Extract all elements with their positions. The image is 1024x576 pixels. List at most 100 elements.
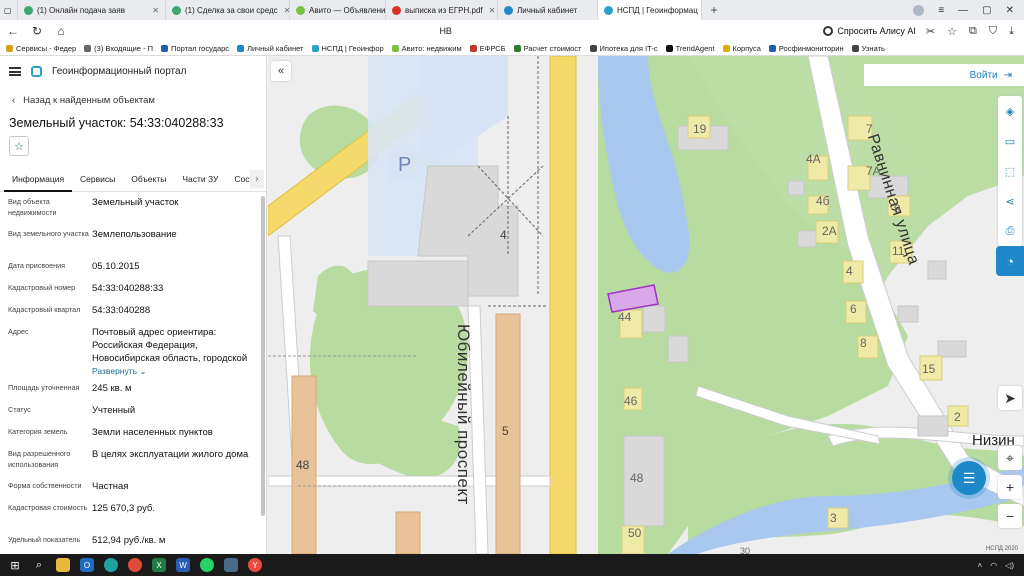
tab-info[interactable]: Информация bbox=[4, 166, 73, 192]
print-icon: ⎙ bbox=[1005, 224, 1015, 237]
bookmark-favicon-icon bbox=[84, 45, 92, 52]
layers-button[interactable]: ◈ bbox=[998, 96, 1022, 126]
extensions-icon[interactable]: ⧉ bbox=[969, 25, 977, 38]
print-button[interactable]: ⎙ bbox=[998, 216, 1022, 246]
share-button[interactable]: ⋖ bbox=[998, 186, 1022, 216]
maximize-icon[interactable]: ▢ bbox=[982, 5, 991, 16]
scissors-icon[interactable]: ✂ bbox=[926, 25, 935, 38]
download-icon[interactable]: ⤓ bbox=[1009, 25, 1014, 38]
search-icon[interactable]: ⌕ bbox=[32, 558, 46, 572]
new-tab-button[interactable]: + bbox=[706, 2, 722, 18]
close-icon[interactable]: ✕ bbox=[146, 6, 159, 15]
locate-button[interactable]: ➤ bbox=[998, 386, 1022, 410]
volume-icon[interactable]: ◁) bbox=[1005, 561, 1014, 570]
ask-alice-button[interactable]: Спросить Алису AI bbox=[823, 26, 916, 36]
app-header: Геоинформационный портал bbox=[0, 56, 266, 86]
bookmark-item[interactable]: Корпуса bbox=[722, 44, 761, 53]
file-explorer-icon[interactable] bbox=[56, 558, 70, 572]
zoom-in-button[interactable]: + bbox=[998, 475, 1022, 499]
minimize-icon[interactable]: — bbox=[958, 5, 968, 16]
outlook-icon[interactable]: O bbox=[80, 558, 94, 572]
bookmark-item[interactable]: Росфинмониторин bbox=[768, 44, 844, 53]
windows-start-icon[interactable]: ⊞ bbox=[8, 558, 22, 572]
bookmark-item[interactable]: НСПД | Геоинфор bbox=[311, 44, 384, 53]
bookmark-item[interactable]: ЕФРСБ bbox=[469, 44, 506, 53]
home-icon[interactable]: ⌂ bbox=[54, 24, 68, 38]
app-title: Геоинформационный портал bbox=[52, 65, 187, 77]
bookmark-item[interactable]: Портал государс bbox=[161, 44, 229, 53]
house-number: 15 bbox=[922, 362, 936, 376]
browser-tab-6[interactable]: НСПД | Геоинформац✕ bbox=[598, 0, 702, 20]
map-view[interactable]: Юбилейный проспект Равнинная улица Низин… bbox=[268, 56, 1024, 554]
attribute-value: 245 кв. м bbox=[92, 383, 132, 394]
select-area-button[interactable]: ⬚ bbox=[998, 156, 1022, 186]
bookmark-favicon-icon bbox=[469, 45, 477, 52]
shield-icon[interactable]: ⛉ bbox=[989, 25, 997, 38]
reload-icon[interactable]: ↻ bbox=[30, 24, 44, 38]
house-number: 2 bbox=[954, 410, 961, 424]
browser-tab-4[interactable]: выписка из ЕГРН.pdf ✕ bbox=[386, 0, 498, 20]
attribute-row: Адрес Почтовый адрес ориентира: Российска… bbox=[8, 322, 266, 378]
close-icon[interactable]: ✕ bbox=[483, 6, 496, 15]
chat-button[interactable]: ☰ bbox=[952, 461, 986, 495]
map-pin-button[interactable]: ⌖ bbox=[998, 446, 1022, 470]
close-window-icon[interactable]: ✕ bbox=[1006, 5, 1014, 16]
hamburger-menu-icon[interactable] bbox=[9, 66, 21, 76]
close-icon[interactable]: ✕ bbox=[278, 6, 289, 15]
plus-icon: + bbox=[1005, 479, 1015, 495]
chrome-icon[interactable] bbox=[128, 558, 142, 572]
wifi-icon[interactable]: ◠ bbox=[990, 561, 997, 570]
profile-icon[interactable] bbox=[913, 4, 925, 16]
bookmark-item[interactable]: TrendAgent bbox=[665, 44, 715, 53]
attribute-value: 125 670,3 руб. bbox=[92, 503, 156, 514]
bookmark-icon[interactable]: ☆ bbox=[947, 25, 957, 38]
ruler-button[interactable]: ▭ bbox=[998, 126, 1022, 156]
bookmark-item[interactable]: Сервисы - Федер bbox=[6, 44, 76, 53]
attribute-value: Учтенный bbox=[92, 405, 136, 416]
yandex-browser-icon[interactable]: Y bbox=[248, 558, 262, 572]
browser-tab-5[interactable]: Личный кабинет bbox=[498, 0, 598, 20]
house-number: 4 bbox=[846, 264, 853, 278]
menu-icon[interactable]: ≡ bbox=[938, 5, 944, 16]
browser-tab-2[interactable]: (1) Сделка за свои средс ✕ bbox=[166, 0, 290, 20]
bookmark-favicon-icon bbox=[768, 45, 776, 52]
favorite-button[interactable]: ☆ bbox=[9, 136, 29, 156]
bookmark-item[interactable]: (3) Входящие - П bbox=[84, 44, 153, 53]
edge-icon[interactable] bbox=[104, 558, 118, 572]
back-arrow-icon[interactable]: ← bbox=[6, 24, 20, 38]
browser-tab-1[interactable]: (1) Онлайн подача заяв ✕ bbox=[18, 0, 166, 20]
assistant-side-tab[interactable]: ◔ bbox=[996, 246, 1024, 276]
zoom-out-button[interactable]: − bbox=[998, 504, 1022, 528]
bookmark-item[interactable]: Личный кабинет bbox=[237, 44, 304, 53]
url-input[interactable]: НВ bbox=[78, 23, 813, 39]
excel-icon[interactable]: X bbox=[152, 558, 166, 572]
close-icon[interactable]: ✕ bbox=[698, 6, 701, 15]
bookmark-item[interactable]: Расчет стоимост bbox=[513, 44, 582, 53]
tabs-next-button[interactable]: › bbox=[250, 170, 264, 188]
bookmark-item[interactable]: Узнать bbox=[851, 44, 885, 53]
whatsapp-icon[interactable] bbox=[200, 558, 214, 572]
attribute-label: Кадастровая стоимость bbox=[8, 503, 88, 512]
login-button[interactable]: Войти ⇥ bbox=[864, 64, 1024, 86]
chevron-up-icon[interactable]: ˄ bbox=[978, 561, 983, 570]
browser-tab-3[interactable]: Авито — Объявления на✕ bbox=[290, 0, 386, 20]
landscape-app-icon[interactable] bbox=[224, 558, 238, 572]
browser-tab-menu[interactable]: ▢ bbox=[0, 0, 18, 20]
attribute-label: Категория земель bbox=[8, 427, 68, 436]
tab-parts[interactable]: Части ЗУ bbox=[174, 166, 226, 192]
login-icon: ⇥ bbox=[1003, 69, 1012, 81]
house-number: 2А bbox=[822, 224, 837, 238]
bookmark-item[interactable]: Авито: недвижим bbox=[391, 44, 462, 53]
tab-services[interactable]: Сервисы bbox=[72, 166, 123, 192]
back-to-results-link[interactable]: ‹ Назад к найденным объектам bbox=[0, 86, 266, 114]
attribute-row: Кадастровый квартал 54:33:040288 bbox=[8, 300, 266, 322]
attribute-row: Дата присвоения 05.10.2015 bbox=[8, 256, 266, 278]
bookmark-item[interactable]: Ипотека для IT-с bbox=[589, 44, 658, 53]
road-label-yubileyny: Юбилейный проспект bbox=[454, 324, 473, 505]
word-icon[interactable]: W bbox=[176, 558, 190, 572]
expand-address-link[interactable]: Развернуть ⌄ bbox=[92, 365, 266, 378]
tab-objects[interactable]: Объекты bbox=[123, 166, 174, 192]
panel-scrollbar[interactable] bbox=[261, 196, 265, 516]
collapse-panel-button[interactable]: « bbox=[271, 61, 291, 81]
bookmark-favicon-icon bbox=[6, 45, 13, 52]
